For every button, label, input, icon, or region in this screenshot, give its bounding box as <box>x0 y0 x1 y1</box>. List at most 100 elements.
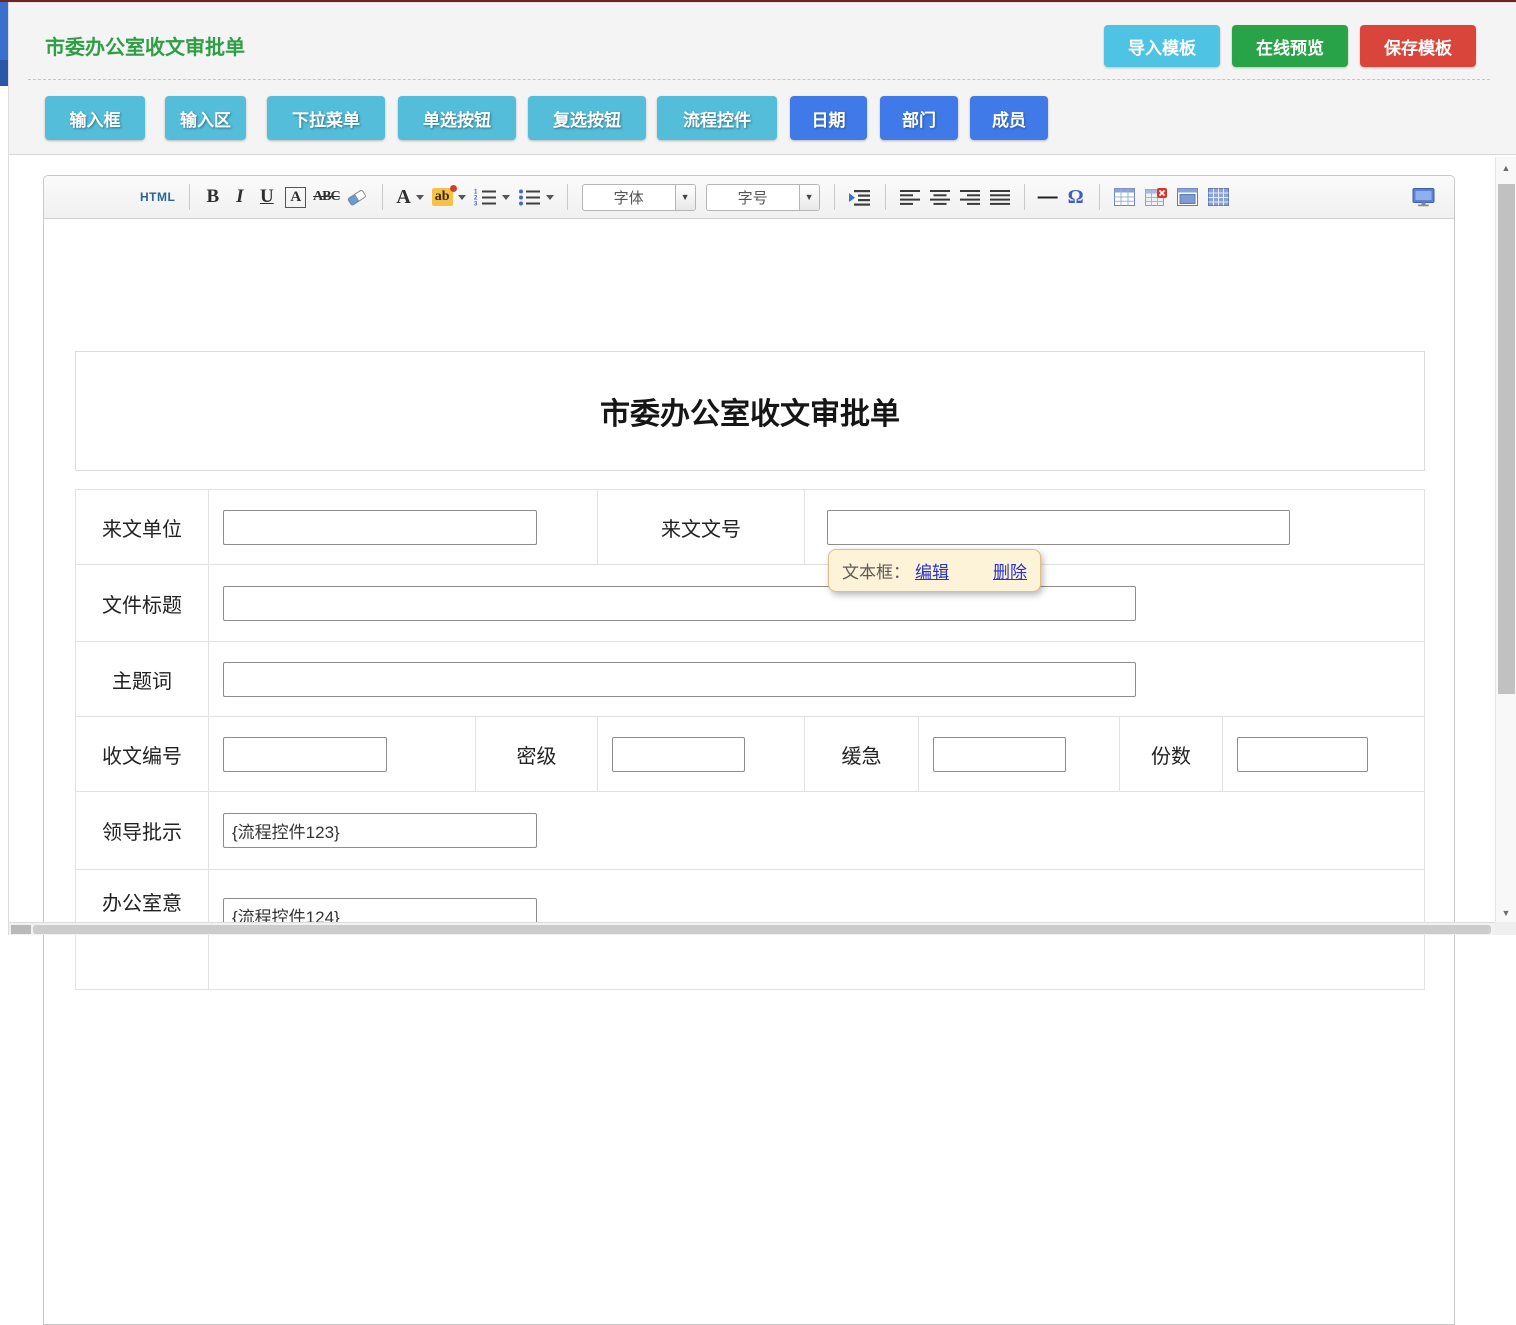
table-row: 来文单位 来文文号 <box>76 490 1424 565</box>
highlight-color-button[interactable]: ab <box>432 188 466 206</box>
table-properties-icon <box>1208 188 1229 206</box>
label-receipt-number: 收文编号 <box>76 717 209 791</box>
vertical-scrollbar-thumb[interactable] <box>1498 184 1515 694</box>
underline-button[interactable]: U <box>253 186 280 208</box>
form-table: 来文单位 来文文号 文件标题 <box>75 489 1425 990</box>
horizontal-rule-button[interactable]: — <box>1034 186 1062 209</box>
widget-dropdown-button[interactable]: 下拉菜单 <box>267 96 385 140</box>
table-cell-properties-button[interactable] <box>1177 188 1198 206</box>
toolbar-separator <box>189 184 190 210</box>
bold-button[interactable]: B <box>199 186 226 208</box>
label-leader-instructions: 领导批示 <box>76 792 209 869</box>
widget-input-area-button[interactable]: 输入区 <box>165 96 246 140</box>
chevron-down-icon <box>502 195 510 200</box>
chevron-down-icon <box>546 195 554 200</box>
tooltip-edit-link[interactable]: 编辑 <box>915 558 949 583</box>
horizontal-scrollbar[interactable] <box>9 922 1495 935</box>
widget-radio-button[interactable]: 单选按钮 <box>398 96 516 140</box>
toolbar-separator <box>885 184 886 210</box>
online-preview-button[interactable]: 在线预览 <box>1232 25 1348 67</box>
toolbar-separator <box>382 184 383 210</box>
unordered-list-icon <box>518 188 541 206</box>
widget-date-button[interactable]: 日期 <box>790 96 867 140</box>
widget-input-box-button[interactable]: 输入框 <box>45 96 145 140</box>
chevron-down-icon <box>416 195 424 200</box>
monitor-icon <box>1412 188 1435 207</box>
cell-security-level <box>598 717 805 791</box>
align-center-icon <box>930 190 950 205</box>
content-area: HTML B I U A ABC A <box>9 157 1516 935</box>
horizontal-scrollbar-button[interactable] <box>11 925 31 934</box>
table-properties-button[interactable] <box>1208 188 1229 206</box>
left-strip-dark-segment <box>0 60 8 86</box>
widget-flow-control-button[interactable]: 流程控件 <box>657 96 777 140</box>
table-row: 领导批示 <box>76 792 1424 870</box>
document-title: 市委办公室收文审批单 <box>600 389 900 433</box>
label-urgency: 缓急 <box>805 717 919 791</box>
toolbar-separator <box>1099 184 1100 210</box>
toolbar-separator <box>834 184 835 210</box>
table-row: 收文编号 密级 缓急 份数 <box>76 717 1424 792</box>
align-left-icon <box>900 190 920 205</box>
align-justify-button[interactable] <box>990 190 1010 205</box>
font-size-select[interactable]: 字号 ▼ <box>706 184 820 211</box>
delete-table-button[interactable] <box>1145 188 1167 206</box>
editor-toolbar: HTML B I U A ABC A <box>44 176 1454 219</box>
cell-document-title <box>209 565 1424 641</box>
editor-canvas[interactable]: 市委办公室收文审批单 来文单位 来文文号 文件标题 <box>44 219 1454 990</box>
cell-incoming-unit <box>209 490 598 564</box>
indent-button[interactable] <box>849 189 871 206</box>
cell-copies <box>1223 717 1424 791</box>
widget-member-button[interactable]: 成员 <box>970 96 1048 140</box>
html-source-button[interactable]: HTML <box>140 190 175 204</box>
widget-department-button[interactable]: 部门 <box>880 96 958 140</box>
fullscreen-button[interactable] <box>1412 188 1435 207</box>
scroll-down-arrow-icon[interactable]: ▼ <box>1496 908 1516 918</box>
font-color-button[interactable]: A <box>396 186 423 209</box>
indent-icon <box>849 189 871 206</box>
align-justify-icon <box>990 190 1010 205</box>
unordered-list-button[interactable] <box>518 188 554 206</box>
insert-table-button[interactable] <box>1114 188 1135 206</box>
font-family-select[interactable]: 字体 ▼ <box>582 184 696 211</box>
table-row: 文件标题 <box>76 565 1424 642</box>
document-number-input[interactable] <box>827 510 1290 545</box>
special-character-button[interactable]: Ω <box>1062 186 1090 209</box>
widget-checkbox-button[interactable]: 复选按钮 <box>528 96 646 140</box>
left-blue-strip <box>0 2 8 86</box>
toolbar-separator <box>1024 184 1025 210</box>
vertical-scrollbar[interactable]: ▲ ▼ <box>1495 157 1516 922</box>
strikethrough-button[interactable]: ABC <box>311 189 341 205</box>
incoming-unit-input[interactable] <box>223 510 537 545</box>
page: 市委办公室收文审批单 导入模板 在线预览 保存模板 输入框 输入区 下拉菜单 单… <box>0 0 1516 935</box>
urgency-input[interactable] <box>933 737 1066 772</box>
copies-input[interactable] <box>1237 737 1368 772</box>
cell-leader-instructions <box>209 792 1424 869</box>
remove-format-eraser-icon[interactable] <box>346 188 368 207</box>
align-right-button[interactable] <box>960 190 980 205</box>
scrollbar-corner <box>1495 922 1516 935</box>
receipt-number-input[interactable] <box>223 737 387 772</box>
table-row: 主题词 <box>76 642 1424 717</box>
align-center-button[interactable] <box>930 190 950 205</box>
toolbar-separator <box>567 184 568 210</box>
label-incoming-unit: 来文单位 <box>76 490 209 564</box>
save-template-button[interactable]: 保存模板 <box>1360 25 1476 67</box>
italic-button[interactable]: I <box>226 186 253 208</box>
tooltip-delete-link[interactable]: 删除 <box>993 558 1027 583</box>
cell-urgency <box>919 717 1120 791</box>
subject-words-input[interactable] <box>223 662 1136 697</box>
security-level-input[interactable] <box>612 737 745 772</box>
align-right-icon <box>960 190 980 205</box>
scroll-up-arrow-icon[interactable]: ▲ <box>1496 163 1516 173</box>
ordered-list-button[interactable]: 1 2 3 <box>474 188 510 206</box>
import-template-button[interactable]: 导入模板 <box>1104 25 1220 67</box>
char-border-button[interactable]: A <box>285 187 306 208</box>
document-title-box[interactable]: 市委办公室收文审批单 <box>75 351 1425 471</box>
leader-instructions-input[interactable] <box>223 813 537 848</box>
rich-text-editor: HTML B I U A ABC A <box>43 175 1455 1325</box>
align-left-button[interactable] <box>900 190 920 205</box>
chevron-down-icon <box>458 195 466 200</box>
horizontal-scrollbar-thumb[interactable] <box>33 925 1491 934</box>
header-actions: 导入模板 在线预览 保存模板 <box>1104 25 1476 67</box>
